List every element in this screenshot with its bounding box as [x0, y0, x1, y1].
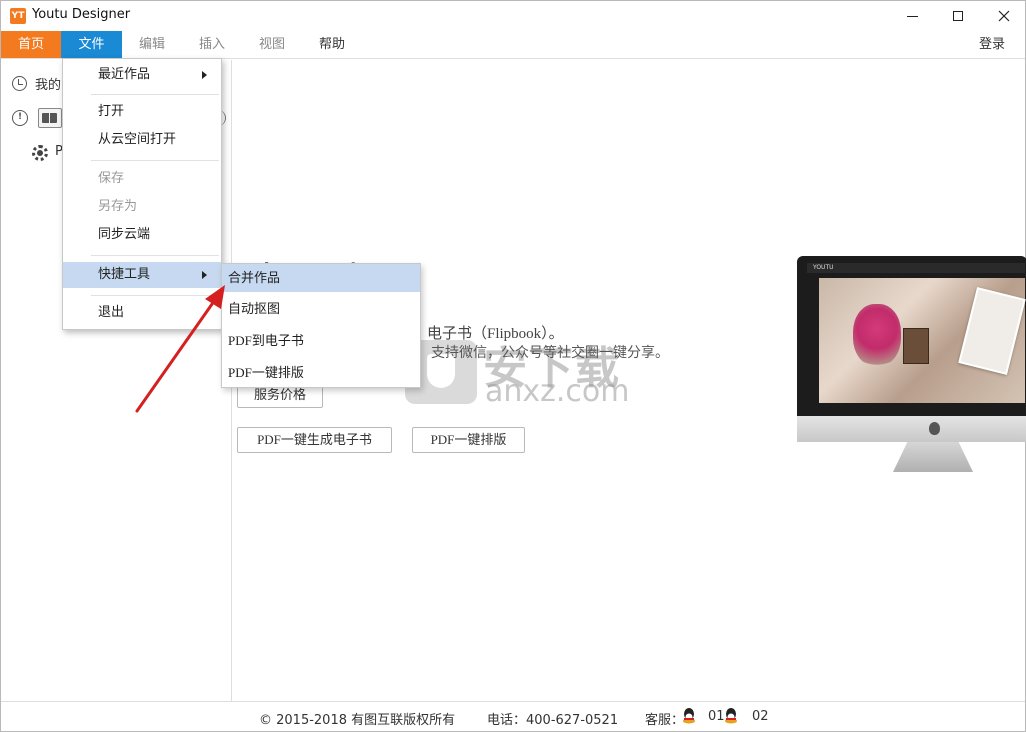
pdf-to-ebook-button[interactable]: PDF一键生成电子书: [237, 427, 392, 453]
menu-item-save[interactable]: 保存: [63, 166, 221, 192]
apple-icon: [929, 422, 940, 435]
menu-item-open[interactable]: 打开: [63, 99, 221, 125]
login-button[interactable]: 登录: [967, 31, 1017, 58]
app-logo-icon: YT: [10, 8, 26, 24]
maximize-icon: [953, 11, 963, 21]
menu-view[interactable]: 视图: [249, 31, 295, 58]
close-button[interactable]: [981, 1, 1026, 31]
watermark-domain: anxz.com: [485, 374, 630, 409]
flowers-image: [853, 304, 901, 366]
qq-icon[interactable]: [723, 707, 739, 725]
pdf-layout-button[interactable]: PDF一键排版: [412, 427, 525, 453]
clock-icon: [12, 76, 27, 91]
menu-divider: [91, 160, 219, 161]
book-image: [903, 328, 929, 364]
qq-icon[interactable]: [681, 707, 697, 725]
app-window: YT Youtu Designer 首页 文件 编辑 插入 视图 帮助 登录 我…: [0, 0, 1026, 732]
menu-divider: [91, 255, 219, 256]
monitor-brand-label: YOUTU: [813, 264, 834, 271]
monitor-toolbar: [807, 263, 1025, 273]
menu-item-quick-tools[interactable]: 快捷工具: [63, 262, 221, 288]
menu-item-save-as[interactable]: 另存为: [63, 194, 221, 220]
menu-item-open-cloud[interactable]: 从云空间打开: [63, 127, 221, 153]
menu-item-recent-works[interactable]: 最近作品: [63, 62, 221, 88]
window-title: Youtu Designer: [32, 7, 131, 22]
close-icon: [998, 10, 1010, 22]
minimize-button[interactable]: [889, 1, 935, 31]
menu-divider: [91, 94, 219, 95]
menu-edit[interactable]: 编辑: [129, 31, 175, 58]
submenu-arrow-icon: [202, 271, 207, 279]
menu-item-label: 最近作品: [98, 67, 151, 82]
qq-service-2[interactable]: 02: [752, 709, 769, 724]
monitor-screen-image: [819, 278, 1026, 403]
monitor-illustration: YOUTU: [797, 256, 1026, 502]
info-icon[interactable]: !: [12, 110, 28, 126]
menu-item-label: 快捷工具: [98, 267, 151, 282]
hero-description: 支持微信，公众号等社交圈一键分享。: [431, 345, 669, 361]
submenu-item-merge[interactable]: 合并作品: [222, 264, 420, 292]
status-bar: © 2015-2018 有图互联版权所有 电话：400-627-0521 客服：…: [1, 701, 1025, 731]
monitor-stand: [893, 442, 973, 472]
file-menu-dropdown: 最近作品 打开 从云空间打开 保存 另存为 同步云端 快捷工具 退出: [62, 58, 222, 330]
title-bar: YT Youtu Designer: [1, 1, 1025, 31]
minimize-icon: [906, 15, 918, 17]
monitor-bezel: YOUTU: [797, 256, 1026, 416]
menu-item-sync-cloud[interactable]: 同步云端: [63, 222, 221, 248]
menu-home[interactable]: 首页: [1, 31, 61, 58]
submenu-item-pdf-to-ebook[interactable]: PDF到电子书: [222, 327, 420, 355]
submenu-item-pdf-layout[interactable]: PDF一键排版: [222, 359, 420, 387]
submenu-item-auto-cutout[interactable]: 自动抠图: [222, 295, 420, 323]
service-label: 客服：: [645, 713, 685, 728]
monitor-chin: [797, 416, 1026, 442]
menu-insert[interactable]: 插入: [189, 31, 235, 58]
menu-divider: [91, 295, 219, 296]
quick-tools-submenu: 合并作品 自动抠图 PDF到电子书 PDF一键排版: [221, 263, 421, 388]
phone-text: 电话：400-627-0521: [487, 713, 619, 728]
submenu-arrow-icon: [202, 71, 207, 79]
photo-image: [958, 287, 1026, 375]
copyright-text: © 2015-2018 有图互联版权所有: [259, 713, 456, 728]
menu-bar: 首页 文件 编辑 插入 视图 帮助 登录: [1, 31, 1025, 59]
menu-item-exit[interactable]: 退出: [63, 300, 221, 326]
sidebar-item-recent[interactable]: 我的: [35, 74, 61, 93]
menu-help[interactable]: 帮助: [309, 31, 355, 58]
gear-icon[interactable]: [32, 145, 48, 161]
hero-subtitle: 电子书（Flipbook）。: [427, 326, 564, 342]
menu-file[interactable]: 文件: [61, 31, 122, 58]
maximize-button[interactable]: [935, 1, 981, 31]
book-icon[interactable]: [38, 108, 62, 128]
